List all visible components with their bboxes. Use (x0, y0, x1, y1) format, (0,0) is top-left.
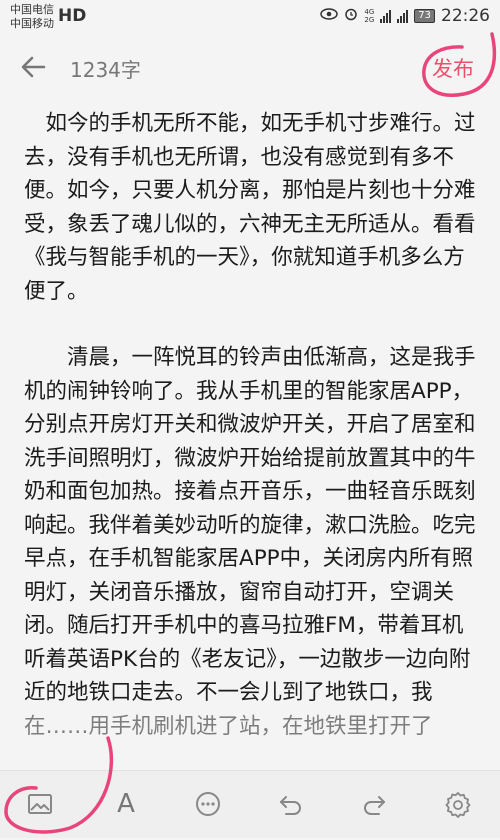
image-icon[interactable] (24, 788, 56, 820)
hd-indicator: HD (58, 6, 87, 26)
redo-icon[interactable] (358, 788, 390, 820)
carrier-1: 中国电信 (10, 3, 54, 16)
status-bar: 中国电信 中国移动 HD 4G 2G 73 22:26 (0, 0, 500, 36)
paragraph-1[interactable]: 如今的手机无所不能，如无手机寸步难行。过去，没有手机也无所谓，也没有感觉到有多不… (24, 107, 478, 308)
signal-icon (380, 9, 392, 23)
text-format-icon[interactable]: A (110, 788, 142, 820)
signal-icon-2 (397, 9, 409, 23)
publish-button[interactable]: 发布 (432, 53, 474, 83)
app-bar: 1234字 发布 (0, 32, 500, 98)
undo-icon[interactable] (275, 788, 307, 820)
carrier-2: 中国移动 (10, 17, 54, 30)
arrow-left-icon[interactable] (18, 52, 48, 82)
article-editor[interactable]: 如今的手机无所不能，如无手机寸步难行。过去，没有手机也无所谓，也没有感觉到有多不… (24, 107, 478, 743)
alarm-icon (344, 7, 358, 25)
paragraph-2[interactable]: 清晨，一阵悦耳的铃声由低渐高，这是我手机的闹钟铃响了。我从手机里的智能家居APP… (24, 341, 478, 710)
status-icons: 4G 2G 73 22:26 (320, 6, 490, 26)
net-bottom: 2G (364, 16, 375, 24)
clock: 22:26 (441, 6, 490, 26)
battery-indicator: 73 (414, 9, 435, 23)
word-count: 1234字 (70, 58, 141, 82)
network-type: 4G 2G (364, 8, 374, 24)
editor-toolbar: A (0, 770, 500, 838)
net-top: 4G (364, 8, 375, 16)
eye-icon (320, 8, 339, 24)
more-icon[interactable] (192, 788, 224, 820)
partial-line: 在……用手机刷机进了站，在地铁里打开了 (24, 713, 433, 739)
carrier-info: 中国电信 中国移动 (10, 3, 54, 31)
gear-icon[interactable] (442, 788, 474, 820)
